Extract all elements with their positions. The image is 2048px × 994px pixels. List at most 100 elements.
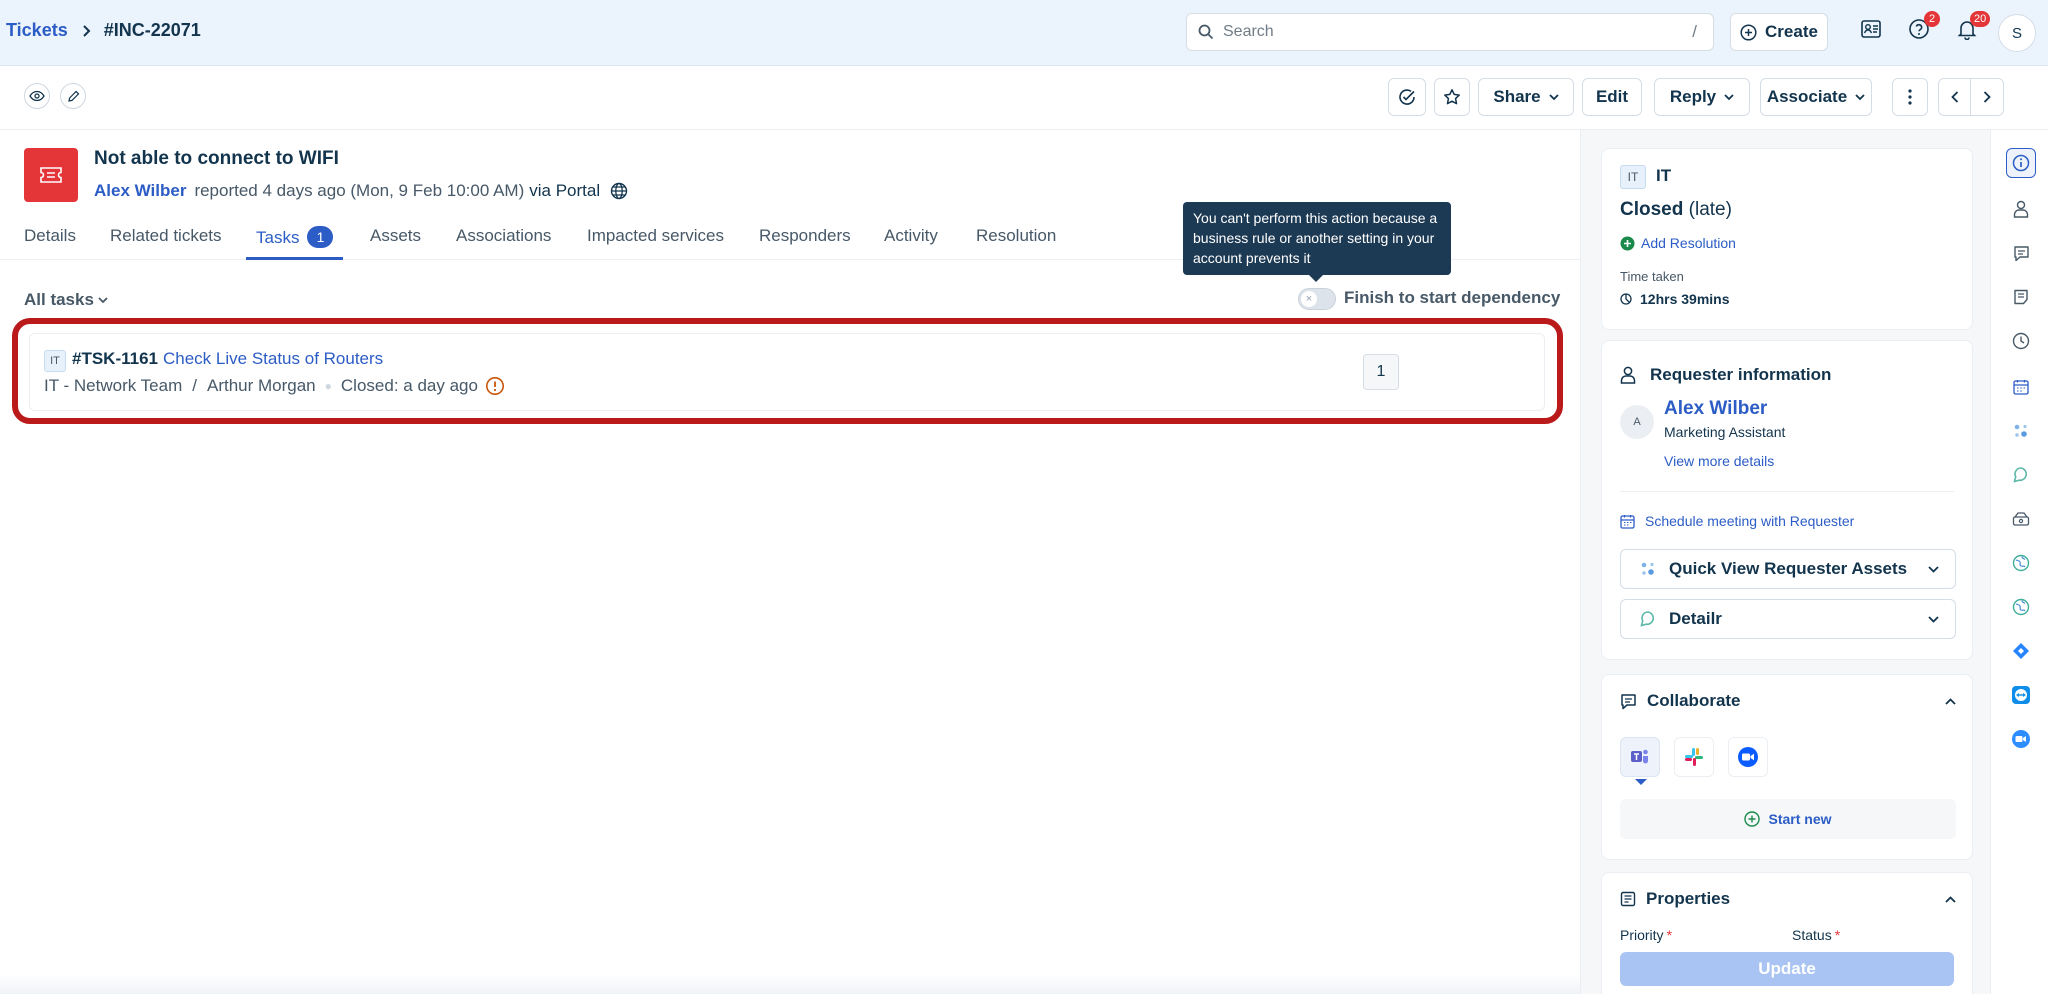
tab-related-tickets[interactable]: Related tickets	[110, 226, 222, 260]
task-title: #TSK-1161 Check Live Status of Routers	[72, 349, 383, 369]
view-more-details-link[interactable]: View more details	[1664, 453, 1774, 469]
collaborate-heading[interactable]: Collaborate	[1620, 691, 1956, 711]
task-filter-dropdown[interactable]: All tasks	[24, 290, 108, 310]
task-filter-label: All tasks	[24, 290, 94, 309]
workspace-chip: IT	[1620, 165, 1646, 189]
breadcrumb-tickets-link[interactable]: Tickets	[6, 20, 68, 41]
device-app-icon	[2012, 511, 2030, 527]
task-group: IT - Network Team	[44, 376, 183, 395]
rail-zoom-app[interactable]	[2006, 724, 2036, 754]
notification-badge: 20	[1970, 11, 1991, 27]
search-box[interactable]: /	[1186, 13, 1714, 51]
rail-teamviewer-app[interactable]	[2006, 680, 2036, 710]
create-button[interactable]: Create	[1730, 13, 1828, 51]
task-count-box[interactable]: 1	[1363, 354, 1399, 390]
zoom-icon	[1737, 746, 1759, 768]
tab-associations[interactable]: Associations	[456, 226, 551, 260]
help-badge: 2	[1924, 11, 1940, 27]
reply-label: Reply	[1669, 87, 1717, 106]
tab-details[interactable]: Details	[24, 226, 76, 260]
requester-link[interactable]: Alex Wilber	[94, 181, 186, 201]
status-label: Status *	[1792, 927, 1840, 943]
user-avatar[interactable]: S	[1998, 14, 2036, 52]
detailr-accordion[interactable]: Detailr	[1620, 599, 1956, 639]
rail-timeline[interactable]	[2006, 326, 2036, 356]
requester-name-link[interactable]: Alex Wilber	[1664, 398, 1767, 420]
reply-button[interactable]: Reply	[1654, 78, 1750, 116]
breadcrumb-current: #INC-22071	[103, 20, 201, 40]
next-ticket-button[interactable]	[1971, 79, 2003, 115]
rail-app-globe-2[interactable]	[2006, 592, 2036, 622]
plus-circle-filled-icon	[1620, 236, 1635, 251]
collaborate-label: Collaborate	[1647, 691, 1741, 710]
chevron-left-icon	[1950, 91, 1958, 103]
notes-icon	[2013, 289, 2029, 305]
tab-tasks[interactable]: Tasks 1	[246, 226, 343, 260]
ticket-toolbar: Share Edit Reply Associate	[0, 66, 2048, 130]
tab-label: Details	[24, 226, 76, 245]
zoom-app-button[interactable]	[1728, 737, 1768, 777]
schedule-meeting-label: Schedule meeting with Requester	[1645, 513, 1855, 529]
previous-ticket-button[interactable]	[1939, 79, 1971, 115]
tab-assets[interactable]: Assets	[370, 226, 421, 260]
start-new-button[interactable]: Start new	[1620, 799, 1956, 839]
associate-button[interactable]: Associate	[1760, 78, 1872, 116]
tab-label: Resolution	[976, 226, 1057, 245]
rail-device-app[interactable]	[2006, 504, 2036, 534]
more-actions-button[interactable]	[1892, 78, 1928, 116]
share-button[interactable]: Share	[1478, 78, 1574, 116]
mark-complete-button[interactable]	[1388, 78, 1426, 116]
rail-calendar[interactable]	[2006, 372, 2036, 402]
rail-collaborate[interactable]	[2006, 238, 2036, 268]
tab-responders[interactable]: Responders	[759, 226, 851, 260]
rail-info[interactable]	[2006, 148, 2036, 178]
divider	[1620, 491, 1954, 492]
close-icon: ×	[1301, 291, 1317, 307]
quick-view-assets-label: Quick View Requester Assets	[1669, 559, 1908, 578]
schedule-meeting-link[interactable]: Schedule meeting with Requester	[1620, 513, 1854, 529]
time-taken: 12hrs 39mins	[1620, 291, 1730, 307]
chevron-down-icon	[1928, 565, 1939, 573]
contact-list-icon[interactable]	[1860, 18, 1882, 40]
search-input[interactable]	[1223, 20, 1663, 44]
quick-view-assets-accordion[interactable]: Quick View Requester Assets	[1620, 549, 1956, 589]
kebab-menu-icon	[1908, 89, 1912, 105]
tab-resolution[interactable]: Resolution	[976, 226, 1056, 260]
rail-jira-app[interactable]	[2006, 636, 2036, 666]
requester-card: Requester information A Alex Wilber Mark…	[1601, 340, 1973, 660]
properties-heading[interactable]: Properties	[1620, 889, 1956, 909]
favorite-button[interactable]	[1434, 78, 1470, 116]
rail-properties[interactable]	[2006, 282, 2036, 312]
globe-icon	[610, 182, 628, 200]
add-resolution-link[interactable]: Add Resolution	[1620, 235, 1736, 251]
edit-title-button[interactable]	[60, 83, 86, 109]
rail-assets-app[interactable]	[2006, 416, 2036, 446]
teams-icon	[1630, 748, 1650, 766]
chevron-up-icon	[1945, 697, 1956, 705]
rail-requester[interactable]	[2006, 194, 2036, 224]
update-button[interactable]: Update	[1620, 952, 1954, 986]
tab-impacted-services[interactable]: Impacted services	[587, 226, 724, 260]
tab-label: Impacted services	[587, 226, 724, 245]
detailr-app-icon	[2012, 466, 2030, 484]
rail-detailr-app[interactable]	[2006, 460, 2036, 490]
watch-button[interactable]	[24, 83, 50, 109]
check-circle-icon	[1397, 87, 1417, 107]
tab-activity[interactable]: Activity	[884, 226, 938, 260]
slack-app-button[interactable]	[1674, 737, 1714, 777]
plus-circle-icon	[1740, 23, 1757, 41]
edit-button[interactable]: Edit	[1582, 78, 1642, 116]
dependency-toggle[interactable]: ×	[1298, 288, 1336, 310]
task-name-link[interactable]: Check Live Status of Routers	[163, 349, 383, 368]
teams-app-button[interactable]	[1620, 737, 1660, 777]
slack-icon	[1684, 747, 1704, 767]
rail-app-globe-1[interactable]	[2006, 548, 2036, 578]
share-label: Share	[1493, 87, 1541, 106]
task-card[interactable]: IT #TSK-1161 Check Live Status of Routers…	[29, 333, 1545, 411]
timer-icon	[1620, 293, 1632, 305]
separator-dot: ●	[324, 379, 332, 393]
status-note: (late)	[1688, 199, 1732, 220]
ticket-summary-card: IT IT Closed (late) Add Resolution Time …	[1601, 148, 1973, 330]
overdue-warning-icon	[485, 376, 505, 396]
chevron-down-icon	[1928, 615, 1939, 623]
